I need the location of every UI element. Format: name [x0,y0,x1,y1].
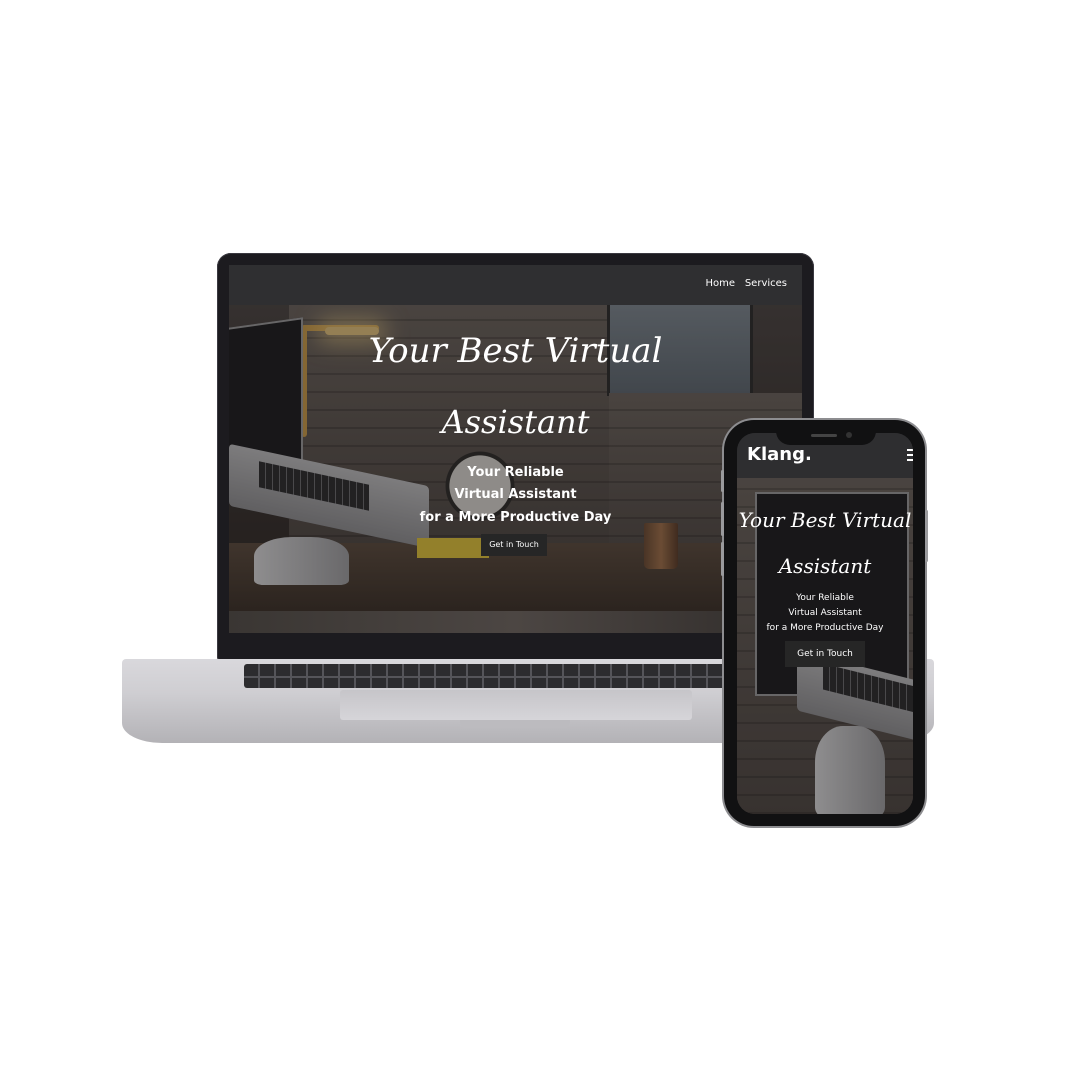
nav-link-services[interactable]: Services [745,278,787,289]
hero-subtitle-line-2: Virtual Assistant [454,487,577,502]
hero-title-line-1: Your Best Virtual [368,331,663,371]
phone-power-button [925,510,928,562]
desktop-hero: Your Best Virtual Assistant Your Reliabl… [229,305,802,611]
hero-subtitle-line-1: Your Reliable [467,465,564,480]
desktop-navbar: Home Services [229,265,802,305]
mobile-hero-subtitle-line-1: Your Reliable [796,593,854,603]
hero-title-line-2: Assistant [441,403,590,441]
mobile-hero-subtitle-line-3: for a More Productive Day [766,623,884,633]
laptop-trackpad [340,690,692,720]
nav-link-home[interactable]: Home [705,278,735,289]
phone-side-button [721,470,724,492]
hero-subtitle-line-3: for a More Productive Day [419,510,612,525]
brand-logo-text[interactable]: Klang. [747,444,812,465]
laptop-hinge-notch [460,720,570,728]
phone-camera [846,432,852,438]
get-in-touch-button[interactable]: Get in Touch [481,534,547,556]
phone-screen: Klang. Your Best Virtual Assistant Your … [737,433,913,814]
laptop-screen-bottom-strip [229,611,802,633]
mobile-get-in-touch-button[interactable]: Get in Touch [785,641,865,667]
laptop-keyboard-row [244,676,804,678]
mobile-hero: Your Best Virtual Assistant Your Reliabl… [737,478,913,814]
phone-speaker [811,434,837,437]
mobile-hero-subtitle-line-2: Virtual Assistant [788,608,862,618]
phone-side-button [721,502,724,536]
phone-side-button [721,542,724,576]
hamburger-icon[interactable] [907,449,913,461]
laptop-screen: Home Services Your Best Virtual Assistan… [229,265,802,633]
mobile-hero-title-line-1: Your Best Virtual [738,508,912,532]
mobile-hero-title-line-2: Assistant [778,554,872,578]
